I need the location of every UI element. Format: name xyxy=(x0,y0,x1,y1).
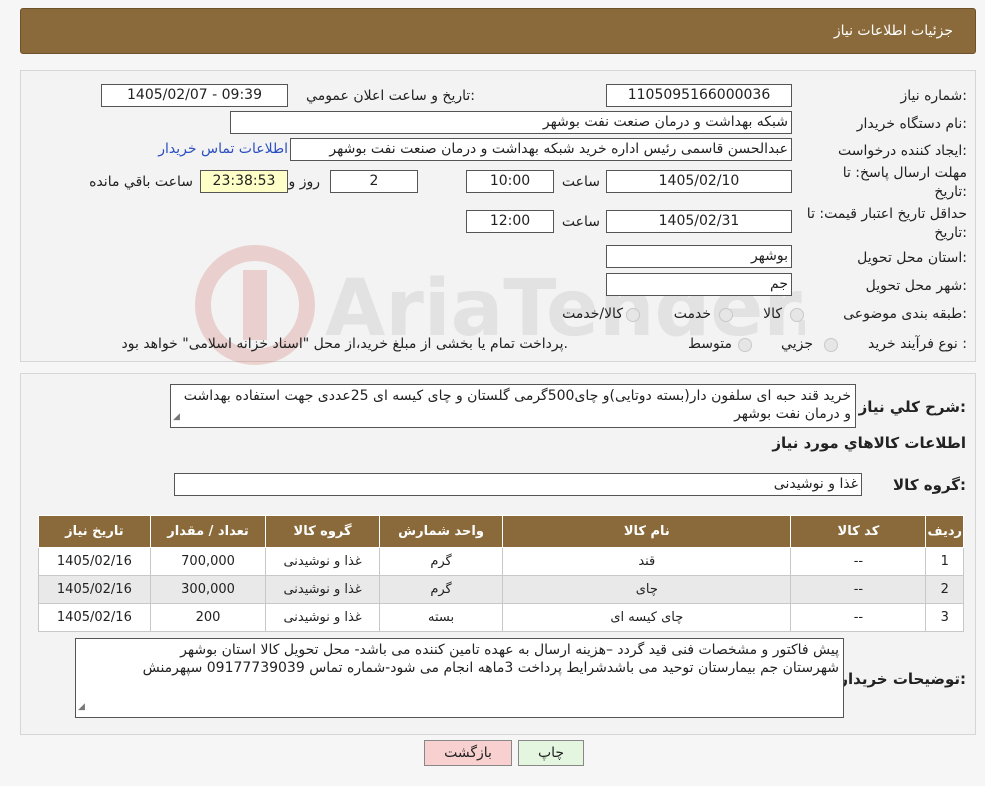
cell: چای کیسه ای xyxy=(502,603,792,632)
announce-datetime-field: 1405/02/07 - 09:39 xyxy=(101,84,288,107)
days-remaining-field: 2 xyxy=(330,170,418,193)
cell: قند xyxy=(502,547,792,576)
validity-label-line1: حداقل تاريخ اعتبار قيمت: تا xyxy=(806,206,967,222)
cell: 700,000 xyxy=(149,547,267,576)
goods-group-label: گروه کالا: xyxy=(893,476,966,494)
need-number-label: شماره نیاز: xyxy=(900,88,967,104)
cell: غذا و نوشيدنی xyxy=(265,575,380,604)
buyer-label: نام دستگاه خريدار: xyxy=(856,116,967,132)
buyer-notes-line1: پیش فاکتور و مشخصات فنی قید گردد –هزینه … xyxy=(180,642,839,658)
resize-grip-icon[interactable]: ◢ xyxy=(173,408,180,426)
print-button[interactable]: چاپ xyxy=(518,740,584,766)
table-row: 3 -- چای کیسه ای بسته غذا و نوشيدنی 200 … xyxy=(38,603,964,632)
cell: 1 xyxy=(925,547,964,576)
deadline-time-field: 10:00 xyxy=(466,170,554,193)
goods-info-title: اطلاعات کالاهاي مورد نياز xyxy=(772,434,966,452)
goods-table-header: رديف کد کالا نام کالا واحد شمارش گروه کا… xyxy=(38,515,964,548)
days-label: روز و xyxy=(288,174,321,190)
goods-group-field: غذا و نوشيدنی xyxy=(174,473,862,496)
process-type-label: نوع فرآيند خريد : xyxy=(868,336,967,352)
col-code: کد کالا xyxy=(790,515,927,548)
goods-table: رديف کد کالا نام کالا واحد شمارش گروه کا… xyxy=(38,515,964,632)
province-label: استان محل تحويل: xyxy=(857,250,967,266)
summary-text-content: خرید قند حبه ای سلفون دار(بسته دوتایی)و … xyxy=(183,388,851,422)
city-field: جم xyxy=(606,273,792,296)
need-number-field: 1105095166000036 xyxy=(606,84,792,107)
resize-grip-icon[interactable]: ◢ xyxy=(78,698,85,716)
province-field: بوشهر xyxy=(606,245,792,268)
city-label: شهر محل تحويل: xyxy=(865,278,967,294)
cell: 200 xyxy=(149,603,267,632)
buyer-notes-line2: شهرستان جم بیمارستان توحید می باشدشرایط … xyxy=(142,660,839,676)
page-header: جزئیات اطلاعات نیاز xyxy=(20,8,976,54)
col-group: گروه کالا xyxy=(265,515,380,548)
table-row: 2 -- چای گرم غذا و نوشيدنی 300,000 1405/… xyxy=(38,575,964,604)
cell: بسته xyxy=(378,603,504,632)
cell: 300,000 xyxy=(149,575,267,604)
summary-label: شرح کلي نياز: xyxy=(858,398,966,416)
deadline-date-field: 1405/02/10 xyxy=(606,170,792,193)
validity-time-field: 12:00 xyxy=(466,210,554,233)
deadline-time-label: ساعت xyxy=(561,174,600,190)
time-remaining-field: 23:38:53 xyxy=(200,170,288,193)
announce-label: تاریخ و ساعت اعلان عمومي: xyxy=(306,88,475,104)
validity-date-field: 1405/02/31 xyxy=(606,210,792,233)
process-payment-note: پرداخت تمام يا بخشی از مبلغ خريد،از محل … xyxy=(121,336,568,352)
col-date: تاريخ نياز xyxy=(38,515,151,548)
cell: -- xyxy=(790,603,927,632)
col-name: نام کالا xyxy=(502,515,792,548)
buyer-notes-label: توضيحات خريدار: xyxy=(839,670,966,688)
process-medium-radio[interactable] xyxy=(738,338,752,352)
time-remaining-label: ساعت باقي مانده xyxy=(89,174,193,190)
col-qty: تعداد / مقدار xyxy=(149,515,267,548)
cell: گرم xyxy=(378,547,504,576)
buyer-notes-text: پیش فاکتور و مشخصات فنی قید گردد –هزینه … xyxy=(75,638,844,718)
process-minor-label: جزيي xyxy=(781,336,813,352)
category-goods-radio[interactable] xyxy=(790,308,804,322)
cell: غذا و نوشيدنی xyxy=(265,547,380,576)
cell: -- xyxy=(790,547,927,576)
buyer-name-field: شبکه بهداشت و درمان صنعت نفت بوشهر xyxy=(230,111,792,134)
process-medium-label: متوسط xyxy=(688,336,732,352)
validity-time-label: ساعت xyxy=(561,214,600,230)
buyer-contact-link[interactable]: اطلاعات تماس خريدار xyxy=(158,141,288,157)
creator-label: ايجاد کننده درخواست: xyxy=(838,143,967,159)
back-button[interactable]: بازگشت xyxy=(424,740,512,766)
cell: -- xyxy=(790,575,927,604)
category-goods-service-radio[interactable] xyxy=(626,308,640,322)
category-goods-label: کالا xyxy=(763,306,782,322)
col-row: رديف xyxy=(925,515,964,548)
cell: غذا و نوشيدنی xyxy=(265,603,380,632)
category-service-label: خدمت xyxy=(673,306,711,322)
cell: 3 xyxy=(925,603,964,632)
deadline-label-line1: مهلت ارسال پاسخ: تا xyxy=(842,165,967,181)
col-unit: واحد شمارش xyxy=(378,515,504,548)
table-row: 1 -- قند گرم غذا و نوشيدنی 700,000 1405/… xyxy=(38,547,964,576)
summary-text: خرید قند حبه ای سلفون دار(بسته دوتایی)و … xyxy=(170,384,856,428)
cell: 1405/02/16 xyxy=(38,547,151,576)
category-service-radio[interactable] xyxy=(719,308,733,322)
cell: 1405/02/16 xyxy=(38,575,151,604)
cell: چای xyxy=(502,575,792,604)
category-goods-service-label: کالا/خدمت xyxy=(562,306,623,322)
deadline-label-line2: تاريخ: xyxy=(934,184,967,200)
category-label: طبقه بندی موضوعی: xyxy=(843,306,967,322)
cell: گرم xyxy=(378,575,504,604)
validity-label-line2: تاريخ: xyxy=(934,225,967,241)
creator-field: عبدالحسن قاسمی رئیس اداره خرید شبکه بهدا… xyxy=(290,138,792,161)
cell: 2 xyxy=(925,575,964,604)
cell: 1405/02/16 xyxy=(38,603,151,632)
process-minor-radio[interactable] xyxy=(824,338,838,352)
page-title: جزئیات اطلاعات نیاز xyxy=(833,23,953,39)
